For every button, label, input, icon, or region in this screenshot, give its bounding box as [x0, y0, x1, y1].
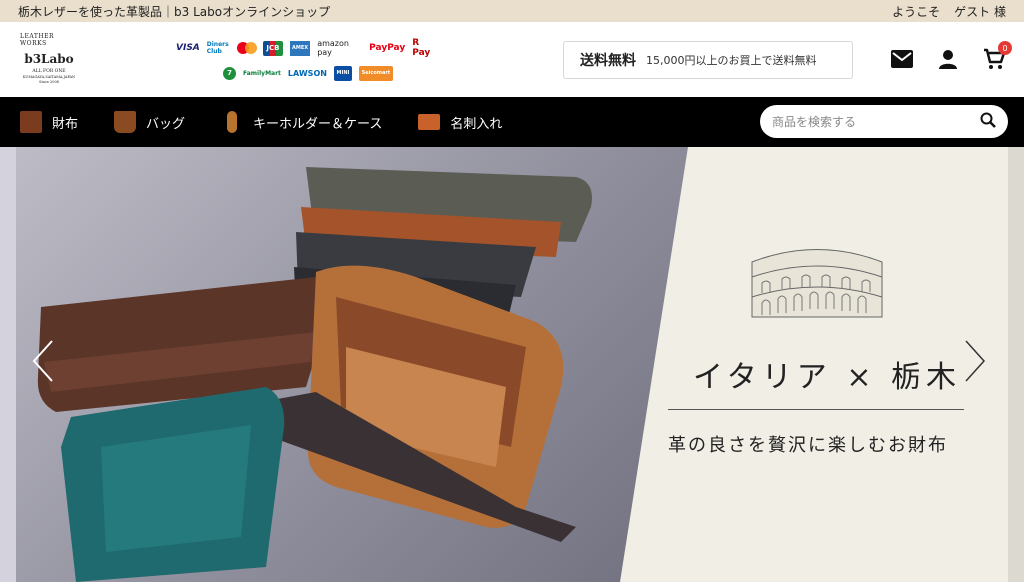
search-input[interactable] [772, 114, 980, 129]
carousel-next-arrow-icon[interactable] [960, 337, 990, 385]
logo-brand: b3Labo [24, 52, 74, 66]
seven-eleven-logo: 7 [223, 66, 236, 80]
logo-tagline: ALL FOR ONE [32, 69, 66, 74]
card-case-thumbnail-icon [418, 114, 441, 130]
free-shipping-banner: 送料無料 15,000円以上のお買上で送料無料 [563, 41, 853, 79]
next-slide-peek [1008, 147, 1024, 582]
nav-item-label: 名刺入れ [450, 116, 503, 132]
wallets-illustration [37, 167, 592, 582]
ministop-logo: MINI [333, 65, 352, 81]
rakuten-pay-logo: R Pay [412, 38, 431, 58]
nav-item-label: バッグ [146, 116, 186, 132]
header-icons: 0 [890, 41, 1012, 71]
nav-item-label: キーホルダー＆ケース [253, 116, 383, 132]
top-announcement-bar: 栃木レザーを使った革製品｜b3 Laboオンラインショップ ようこそ ゲスト 様 [0, 0, 1024, 22]
logo-since: Since 2008 [39, 80, 59, 84]
jcb-logo: JCB [262, 40, 284, 56]
diners-logo: Diners Club [206, 41, 229, 55]
cart-icon[interactable]: 0 [982, 41, 1012, 71]
visa-logo: VISA [176, 43, 200, 53]
site-tagline: 栃木レザーを使った革製品｜b3 Laboオンラインショップ [18, 4, 331, 19]
category-nav: 財布 バッグ キーホルダー＆ケース 名刺入れ [0, 97, 1024, 147]
nav-item-keyholders[interactable]: キーホルダー＆ケース [221, 97, 382, 147]
guest-name[interactable]: ゲスト 様 [954, 3, 1006, 20]
account-icon[interactable] [936, 47, 960, 71]
mail-icon[interactable] [890, 47, 914, 71]
amazon-pay-logo: amazon pay [317, 39, 349, 57]
amex-logo: AMEX [290, 40, 311, 56]
seicomart-logo: Seicomart [358, 65, 393, 81]
mastercard-logo [236, 41, 257, 56]
search-icon[interactable] [980, 112, 996, 132]
free-shipping-note: 15,000円以上のお買上で送料無料 [646, 54, 817, 67]
nav-item-card-cases[interactable]: 名刺入れ [418, 97, 502, 147]
hero-title: イタリア × 栃木 [693, 360, 962, 395]
lawson-logo: LAWSON [287, 68, 327, 78]
free-shipping-label: 送料無料 [580, 53, 636, 69]
hero-subtitle: 革の良さを贅沢に楽しむお財布 [668, 435, 948, 456]
bag-thumbnail-icon [114, 111, 137, 133]
payment-row-cards: VISA Diners Club JCB AMEX amazon pay Pay… [176, 38, 438, 58]
previous-slide-peek [0, 147, 16, 582]
cart-count-badge: 0 [998, 41, 1012, 55]
carousel-prev-arrow-icon[interactable] [28, 337, 58, 385]
nav-item-bags[interactable]: バッグ [114, 97, 185, 147]
site-logo[interactable]: LEATHER WORKS b3Labo ALL FOR ONE KUMAGAY… [20, 32, 78, 90]
logo-arc-text: LEATHER WORKS [20, 33, 55, 47]
greeting: ようこそ ゲスト 様 [892, 3, 1006, 20]
hero-divider [668, 409, 964, 410]
paypay-logo: PayPay [369, 43, 406, 53]
nav-item-wallets[interactable]: 財布 [20, 97, 78, 147]
hero-carousel[interactable]: イタリア × 栃木 革の良さを贅沢に楽しむお財布 [0, 147, 1024, 582]
search-box [760, 105, 1008, 138]
payment-row-convenience: 7 FamilyMart LAWSON MINI Seicomart [176, 63, 438, 83]
welcome-text: ようこそ [892, 4, 941, 19]
site-header: LEATHER WORKS b3Labo ALL FOR ONE KUMAGAY… [0, 22, 1024, 97]
logo-location: KUMAGAYA,SAITAMA,JAPAN [22, 75, 76, 79]
familymart-logo: FamilyMart [243, 69, 281, 77]
payment-methods: VISA Diners Club JCB AMEX amazon pay Pay… [176, 38, 438, 84]
nav-item-label: 財布 [52, 116, 79, 132]
keyholder-thumbnail-icon [227, 111, 238, 133]
wallet-thumbnail-icon [20, 111, 42, 133]
